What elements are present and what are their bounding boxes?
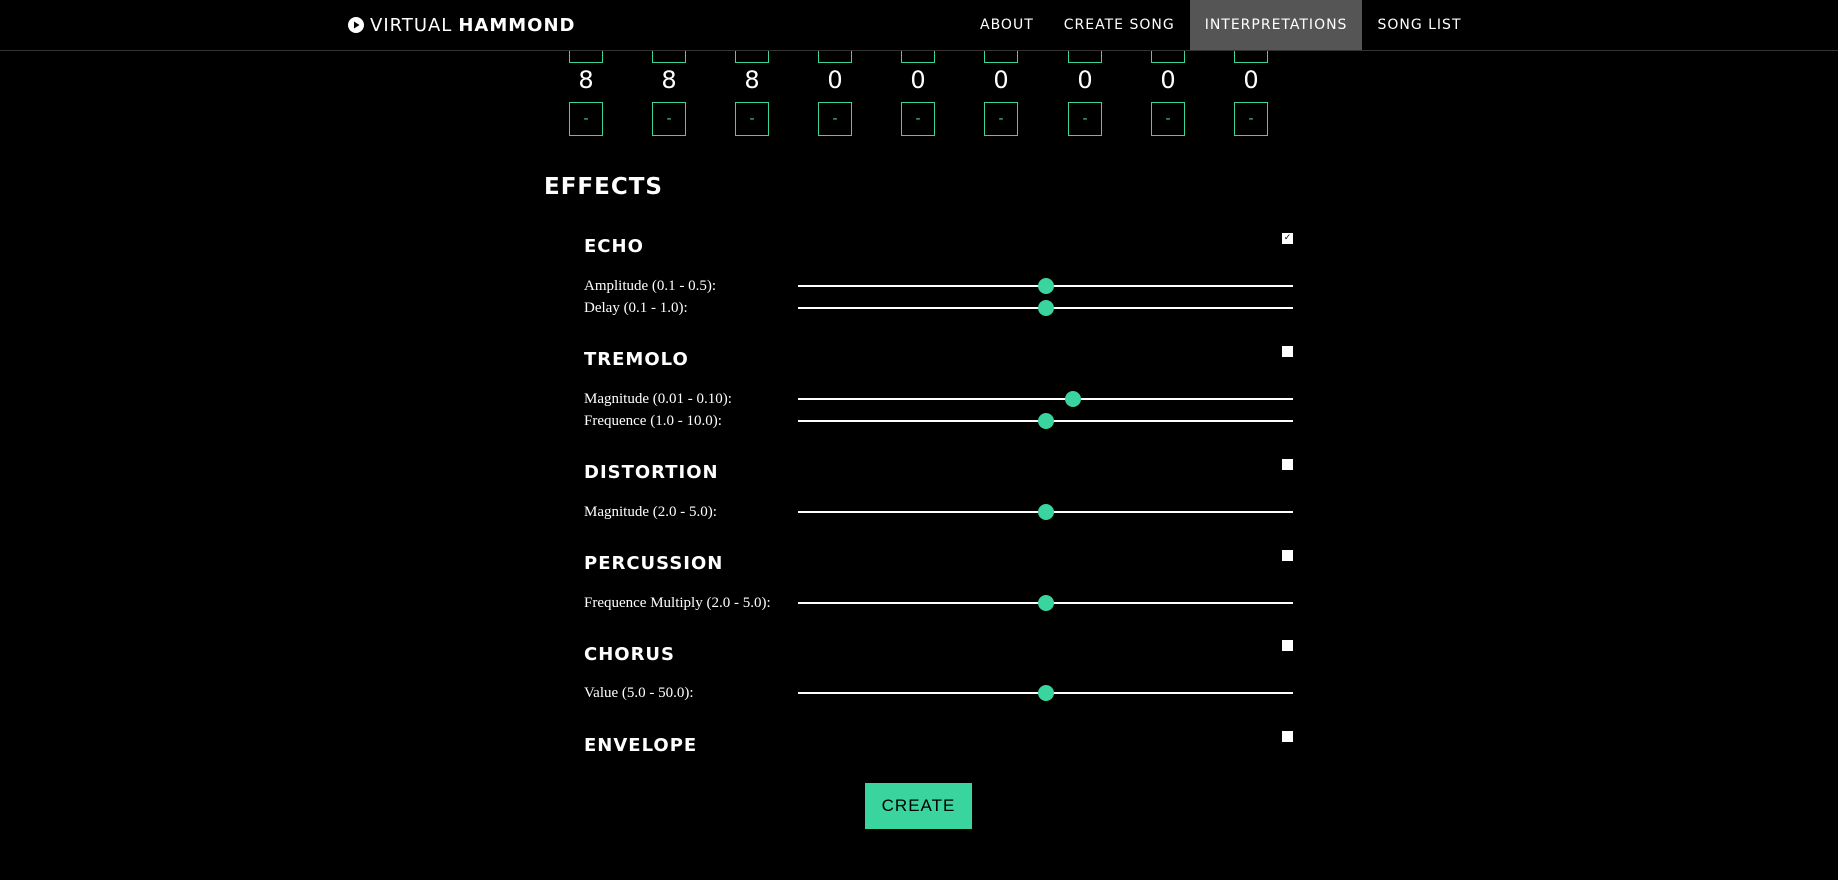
- drawbar-minus-button[interactable]: -: [984, 102, 1018, 136]
- drawbar-minus-button[interactable]: -: [1151, 102, 1185, 136]
- nav-item-interpretations[interactable]: INTERPRETATIONS: [1189, 0, 1363, 50]
- param-label: Magnitude (2.0 - 5.0):: [584, 504, 717, 520]
- echo-delay-slider[interactable]: [798, 300, 1293, 316]
- drawbar-value: 0: [1077, 66, 1093, 94]
- nav-item-song-list[interactable]: SONG LIST: [1362, 0, 1476, 50]
- nav-item-create-song[interactable]: CREATE SONG: [1049, 0, 1190, 50]
- brand-text-bold: HAMMOND: [458, 14, 576, 36]
- slider-thumb[interactable]: [1037, 413, 1054, 429]
- envelope-checkbox[interactable]: [1282, 731, 1293, 742]
- effect-title-echo: ECHO: [584, 236, 644, 257]
- param-label: Frequence Multiply (2.0 - 5.0):: [584, 595, 771, 611]
- drawbar-value: 0: [1243, 66, 1259, 94]
- drawbar-minus-button[interactable]: -: [818, 102, 852, 136]
- play-circle-icon: [348, 17, 364, 33]
- checkmark-icon: ✓: [1283, 233, 1292, 243]
- effect-title-chorus: CHORUS: [584, 644, 676, 665]
- distortion-magnitude-slider[interactable]: [798, 504, 1293, 520]
- effect-title-envelope: ENVELOPE: [584, 735, 698, 756]
- echo-amplitude-slider[interactable]: [798, 278, 1293, 294]
- slider-thumb[interactable]: [1037, 278, 1054, 294]
- chorus-value-slider[interactable]: [798, 685, 1293, 701]
- effect-title-distortion: DISTORTION: [584, 462, 719, 483]
- drawbar-value: 8: [744, 66, 760, 94]
- distortion-checkbox[interactable]: [1282, 459, 1293, 470]
- drawbar-value: 0: [910, 66, 926, 94]
- nav-item-about[interactable]: ABOUT: [965, 0, 1049, 50]
- drawbar-minus-button[interactable]: -: [1234, 102, 1268, 136]
- drawbar-value: 0: [827, 66, 843, 94]
- param-label: Amplitude (0.1 - 0.5):: [584, 278, 717, 294]
- slider-thumb[interactable]: [1037, 685, 1054, 701]
- slider-thumb[interactable]: [1037, 504, 1054, 520]
- brand-logo[interactable]: VIRTUAL HAMMOND: [348, 0, 575, 50]
- slider-thumb[interactable]: [1065, 391, 1081, 407]
- param-label: Frequence (1.0 - 10.0):: [584, 413, 722, 429]
- create-button[interactable]: CREATE: [865, 783, 972, 829]
- tremolo-checkbox[interactable]: [1282, 346, 1293, 357]
- brand-text-light: VIRTUAL: [370, 14, 453, 36]
- percussion-frequence-slider[interactable]: [798, 595, 1293, 611]
- percussion-checkbox[interactable]: [1282, 550, 1293, 561]
- drawbar-minus-button[interactable]: -: [735, 102, 769, 136]
- param-label: Magnitude (0.01 - 0.10):: [584, 391, 732, 407]
- effects-heading: EFFECTS: [544, 174, 663, 200]
- nav-menu: ABOUT CREATE SONG INTERPRETATIONS SONG L…: [965, 0, 1477, 50]
- echo-checkbox[interactable]: ✓: [1282, 233, 1293, 244]
- drawbar-value: 0: [1160, 66, 1176, 94]
- drawbar-minus-button[interactable]: -: [1068, 102, 1102, 136]
- effect-title-tremolo: TREMOLO: [584, 349, 689, 370]
- slider-thumb[interactable]: [1037, 300, 1054, 316]
- tremolo-magnitude-slider[interactable]: [798, 391, 1293, 407]
- tremolo-frequence-slider[interactable]: [798, 413, 1293, 429]
- drawbar-value: 8: [661, 66, 677, 94]
- param-label: Delay (0.1 - 1.0):: [584, 300, 688, 316]
- slider-thumb[interactable]: [1037, 595, 1054, 611]
- navbar: VIRTUAL HAMMOND ABOUT CREATE SONG INTERP…: [0, 0, 1838, 51]
- drawbar-minus-button[interactable]: -: [652, 102, 686, 136]
- drawbar-value: 8: [578, 66, 594, 94]
- drawbar-value: 0: [993, 66, 1009, 94]
- drawbar-minus-button[interactable]: -: [569, 102, 603, 136]
- param-label: Value (5.0 - 50.0):: [584, 685, 694, 701]
- chorus-checkbox[interactable]: [1282, 640, 1293, 651]
- effect-title-percussion: PERCUSSION: [584, 553, 724, 574]
- drawbar-minus-button[interactable]: -: [901, 102, 935, 136]
